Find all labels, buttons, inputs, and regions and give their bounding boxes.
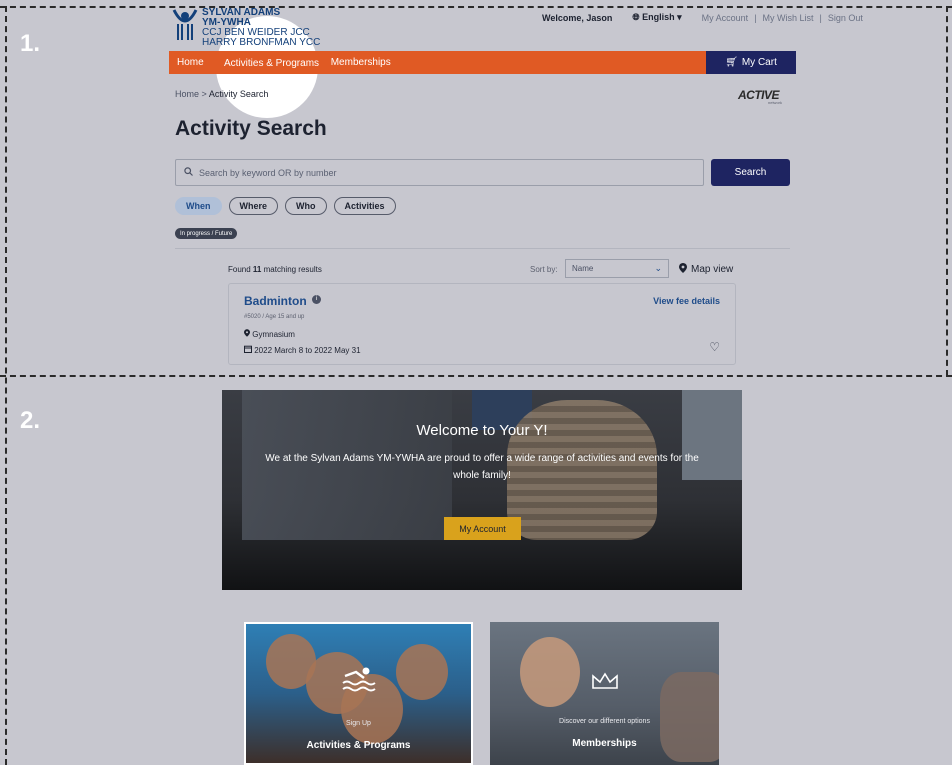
step-1-frame-right bbox=[946, 6, 948, 376]
tile-title: Memberships bbox=[572, 738, 637, 749]
breadcrumb-separator: > bbox=[201, 89, 207, 99]
tile-memberships[interactable]: Discover our different options Membershi… bbox=[490, 622, 719, 765]
info-icon[interactable]: i bbox=[312, 295, 321, 304]
welcome-hero: Welcome to Your Y! We at the Sylvan Adam… bbox=[222, 390, 742, 590]
frame-left-border bbox=[5, 6, 7, 765]
activity-title[interactable]: Badminton bbox=[244, 294, 307, 308]
language-label: English bbox=[642, 12, 675, 22]
activity-card[interactable]: Badminton i View fee details #5020 / Age… bbox=[228, 283, 736, 365]
hero-text: We at the Sylvan Adams YM-YWHA are proud… bbox=[265, 453, 699, 481]
map-pin-icon bbox=[679, 263, 687, 276]
nav-memberships[interactable]: Memberships bbox=[323, 51, 399, 74]
search-button[interactable]: Search bbox=[711, 159, 790, 186]
map-view-button[interactable]: Map view bbox=[679, 263, 733, 276]
activity-dates: 2022 March 8 to 2022 May 31 bbox=[244, 345, 361, 355]
step-2-label: 2. bbox=[20, 407, 41, 434]
swimmer-icon bbox=[246, 666, 471, 698]
logo-text: SYLVAN ADAMS YM-YWHA CCJ BEN WEIDER JCC … bbox=[202, 8, 320, 48]
location-pin-icon bbox=[244, 329, 252, 339]
nav-home[interactable]: Home bbox=[169, 51, 212, 74]
divider bbox=[175, 248, 790, 249]
search-icon bbox=[184, 167, 193, 178]
user-bar: Welcome, Jason 🌐︎ English ▾ My Account |… bbox=[542, 12, 863, 23]
breadcrumb-home[interactable]: Home bbox=[175, 89, 199, 99]
cart-icon: 🛒︎ bbox=[725, 57, 738, 68]
tile-title: Activities & Programs bbox=[306, 740, 411, 751]
separator: | bbox=[754, 12, 757, 23]
map-view-label: Map view bbox=[691, 264, 734, 275]
sort-label: Sort by: bbox=[530, 265, 558, 274]
filter-where[interactable]: Where bbox=[228, 197, 279, 215]
status-tag[interactable]: In progress / Future bbox=[175, 228, 238, 239]
activity-location: Gymnasium bbox=[244, 329, 295, 339]
filter-chips: When Where Who Activities bbox=[175, 197, 396, 215]
tile-subtitle: Sign Up bbox=[346, 720, 371, 727]
step-divider bbox=[0, 375, 952, 377]
nav-activities-programs[interactable]: Activities & Programs bbox=[218, 53, 326, 73]
results-count: Found 11 matching results bbox=[228, 265, 322, 274]
breadcrumb-current: Activity Search bbox=[208, 89, 269, 99]
search-input[interactable]: Search by keyword OR by number bbox=[175, 159, 704, 186]
heart-icon[interactable]: ♡ bbox=[709, 340, 720, 354]
cart-button[interactable]: 🛒︎ My Cart bbox=[706, 51, 796, 74]
filter-activities[interactable]: Activities bbox=[333, 197, 396, 215]
page-title: Activity Search bbox=[175, 117, 327, 140]
globe-icon: 🌐︎ bbox=[632, 12, 640, 22]
separator: | bbox=[819, 12, 822, 23]
tile-activities-programs[interactable]: Sign Up Activities & Programs bbox=[244, 622, 473, 765]
hero-title: Welcome to Your Y! bbox=[416, 422, 548, 439]
sort-value: Name bbox=[572, 264, 594, 273]
calendar-icon bbox=[244, 345, 254, 355]
filter-when[interactable]: When bbox=[175, 197, 222, 215]
breadcrumb: Home > Activity Search bbox=[175, 89, 268, 99]
crown-icon bbox=[490, 670, 719, 696]
language-selector[interactable]: 🌐︎ English ▾ bbox=[632, 12, 681, 23]
sign-out-link[interactable]: Sign Out bbox=[828, 13, 863, 23]
dates-text: 2022 March 8 to 2022 May 31 bbox=[254, 346, 361, 355]
search-placeholder: Search by keyword OR by number bbox=[199, 167, 337, 178]
active-network-sub: network bbox=[768, 100, 783, 105]
found-count: 11 bbox=[252, 265, 262, 274]
caret-down-icon: ▾ bbox=[677, 12, 682, 22]
sort-select[interactable]: Name ⌄ bbox=[565, 259, 669, 278]
site-logo[interactable]: SYLVAN ADAMS YM-YWHA CCJ BEN WEIDER JCC … bbox=[172, 8, 320, 48]
found-suffix: matching results bbox=[263, 265, 322, 274]
ymywha-logo-icon bbox=[172, 8, 198, 42]
filter-who[interactable]: Who bbox=[285, 197, 327, 215]
view-fee-details-link[interactable]: View fee details bbox=[653, 296, 720, 306]
my-account-button[interactable]: My Account bbox=[444, 517, 521, 540]
cart-label: My Cart bbox=[741, 57, 777, 68]
location-text: Gymnasium bbox=[252, 330, 295, 339]
wish-list-link[interactable]: My Wish List bbox=[763, 13, 814, 23]
welcome-text: Welcome, Jason bbox=[542, 12, 613, 23]
my-account-link[interactable]: My Account bbox=[702, 13, 749, 23]
chevron-down-icon: ⌄ bbox=[654, 263, 662, 273]
found-prefix: Found bbox=[228, 265, 251, 274]
activity-meta: #5020 / Age 15 and up bbox=[244, 314, 305, 320]
step-1-label: 1. bbox=[20, 30, 41, 57]
logo-line-4: HARRY BRONFMAN YCC bbox=[202, 37, 321, 48]
step-1-frame-top bbox=[0, 6, 952, 8]
tile-subtitle: Discover our different options bbox=[559, 718, 650, 725]
